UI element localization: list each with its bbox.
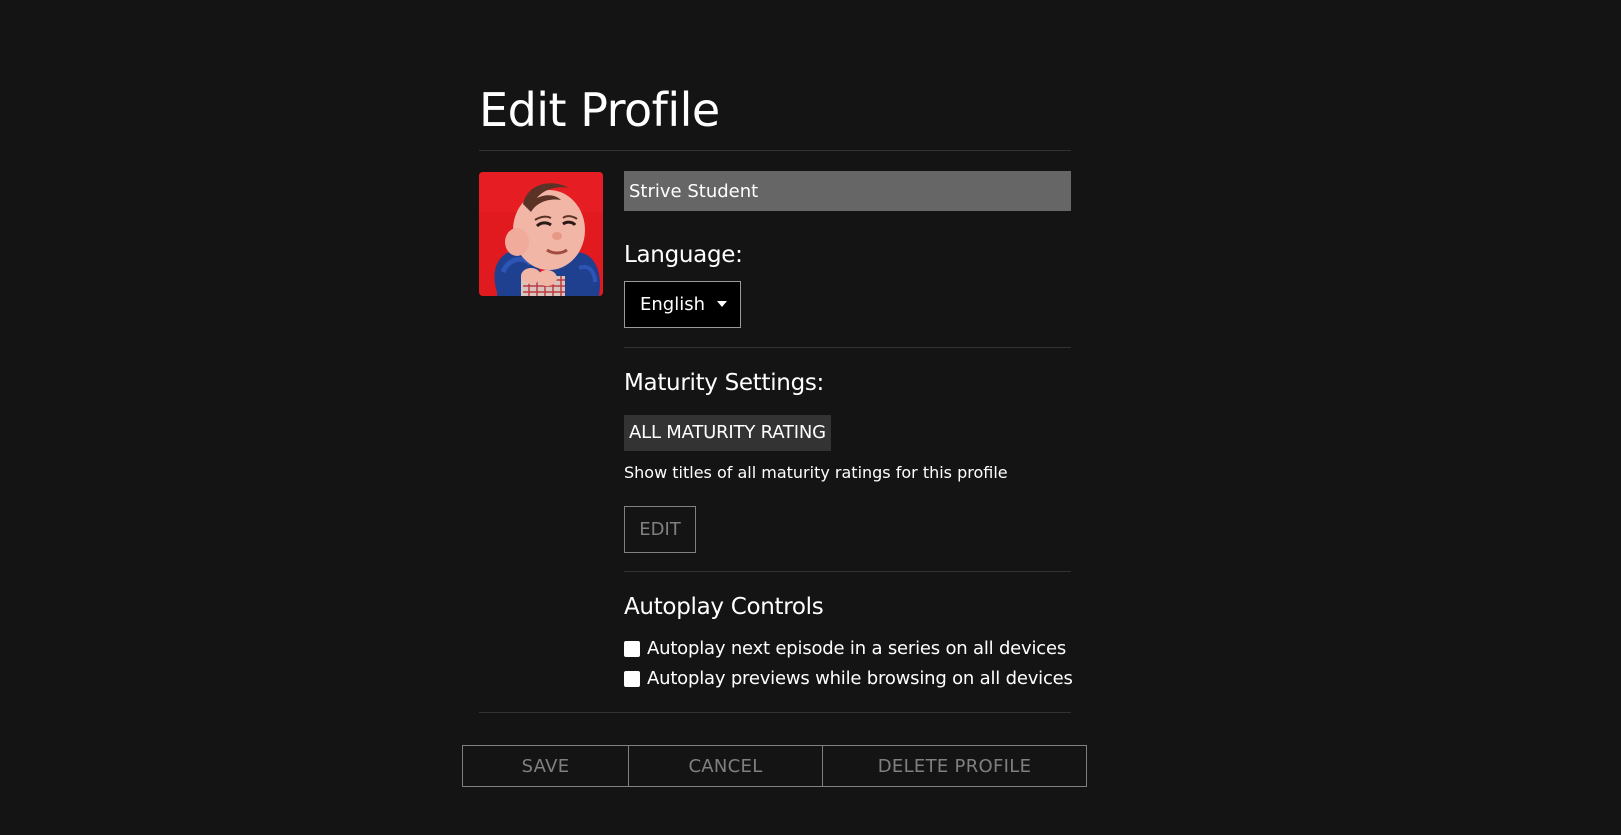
language-label: Language: [624,242,743,268]
autoplay-next-episode-checkbox[interactable] [624,640,640,657]
language-selected-value: English [640,294,705,315]
autoplay-previews-checkbox[interactable] [624,670,640,687]
form-bottom-divider [479,712,1071,713]
maturity-settings-label: Maturity Settings: [624,370,825,396]
cancel-button[interactable]: CANCEL [628,745,823,787]
language-select[interactable]: English [624,281,741,328]
edit-profile-page: Edit Profile Strive Student Language: En… [0,0,1621,835]
language-divider [624,347,1071,348]
autoplay-next-episode-label: Autoplay next episode in a series on all… [647,638,1067,659]
title-divider [479,150,1071,151]
profile-avatar[interactable] [479,172,603,296]
delete-profile-button[interactable]: DELETE PROFILE [822,745,1087,787]
page-title: Edit Profile [479,83,720,137]
avatar-character-icon [479,172,603,296]
autoplay-previews-option[interactable]: Autoplay previews while browsing on all … [624,668,1073,689]
autoplay-previews-label: Autoplay previews while browsing on all … [647,668,1073,689]
maturity-rating-description: Show titles of all maturity ratings for … [624,463,1008,482]
edit-maturity-button[interactable]: EDIT [624,506,696,553]
maturity-divider [624,571,1071,572]
save-button[interactable]: SAVE [462,745,629,787]
autoplay-next-episode-option[interactable]: Autoplay next episode in a series on all… [624,638,1066,659]
maturity-rating-badge: ALL MATURITY RATING [624,415,831,451]
caret-down-icon [717,300,727,307]
profile-name-input[interactable] [624,171,1071,211]
autoplay-controls-label: Autoplay Controls [624,594,824,620]
profile-actions: SAVE CANCEL DELETE PROFILE [462,745,1087,787]
